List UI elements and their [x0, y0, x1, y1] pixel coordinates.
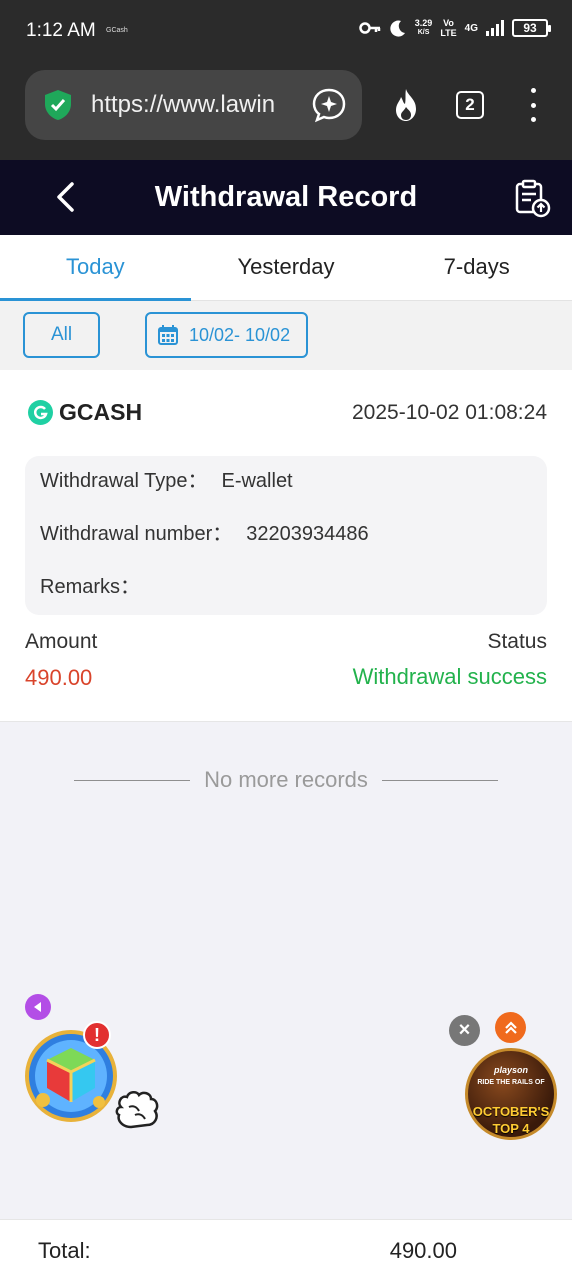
list-end-indicator: No more records	[0, 764, 572, 796]
pointer-hand-icon	[115, 1091, 159, 1129]
no-more-records-text: No more records	[204, 767, 368, 792]
net-speed: 3.29 K/S	[415, 18, 433, 38]
filter-bar: All 10/02- 10/02	[0, 301, 572, 370]
withdrawal-type-row: Withdrawal Type： E-wallet	[40, 456, 532, 509]
tab-7-days[interactable]: 7-days	[381, 235, 572, 300]
tab-today[interactable]: Today	[0, 235, 191, 301]
date-tabs: Today Yesterday 7-days	[0, 235, 572, 301]
total-label: Total:	[38, 1238, 91, 1263]
promo-title-line2: TOP 4	[492, 1121, 530, 1136]
filter-all-button[interactable]: All	[23, 312, 100, 358]
battery-icon: 93	[512, 19, 551, 37]
calendar-icon	[158, 325, 178, 345]
browser-toolbar: https://www.lawin 2	[0, 60, 572, 160]
divider-left	[74, 779, 191, 781]
promo-tagline: RIDE THE RAILS OF	[477, 1079, 545, 1086]
record-datetime: 2025-10-02 01:08:24	[352, 401, 547, 424]
url-bar[interactable]: https://www.lawin	[25, 70, 362, 140]
page-title: Withdrawal Record	[154, 181, 418, 213]
amount-label: Amount	[25, 630, 98, 653]
remarks-row: Remarks：	[40, 562, 532, 615]
withdrawal-type-value: E-wallet	[221, 470, 293, 492]
withdrawal-type-label: Withdrawal Type：	[40, 470, 208, 492]
payment-method-name: GCASH	[59, 399, 143, 425]
remarks-label: Remarks：	[40, 576, 141, 598]
record-details: Withdrawal Type： E-wallet Withdrawal numb…	[25, 456, 547, 615]
volte-bottom: LTE	[440, 28, 457, 38]
tab-switcher-button[interactable]: 2	[456, 91, 484, 119]
divider-right	[381, 779, 498, 781]
volte-top: Vo	[443, 18, 454, 28]
date-range-button[interactable]: 10/02- 10/02	[145, 312, 308, 358]
total-footer: Total: 490.00	[0, 1219, 572, 1280]
assistant-sparkle-icon[interactable]	[311, 87, 347, 123]
promo-badge[interactable]: playson RIDE THE RAILS OF OCTOBER'S TOP …	[465, 1048, 557, 1140]
withdrawal-number-label: Withdrawal number：	[40, 523, 233, 545]
notification-badge: !	[83, 1021, 111, 1049]
status-time: 1:12 AM	[26, 20, 96, 41]
status-bar: 1:12 AM GCash 3.29 K/S Vo LTE 4G 93	[0, 0, 572, 60]
page-header: Withdrawal Record	[0, 160, 572, 235]
withdrawal-record-card[interactable]: GCASH 2025-10-02 01:08:24 Withdrawal Typ…	[0, 370, 572, 722]
back-arrow-icon[interactable]	[50, 180, 84, 214]
net-speed-unit: K/S	[417, 29, 430, 36]
fire-icon[interactable]	[388, 87, 424, 123]
net-speed-value: 3.29	[414, 18, 433, 28]
status-value: Withdrawal success	[352, 664, 547, 689]
gcash-logo-icon	[28, 400, 53, 425]
signal-type: 4G	[464, 22, 478, 34]
total-value: 490.00	[389, 1238, 457, 1263]
signal-icon	[486, 20, 504, 36]
key-icon	[359, 22, 381, 34]
status-label: Status	[487, 630, 547, 653]
tab-count: 2	[465, 95, 475, 114]
date-range-text: 10/02- 10/02	[189, 324, 291, 345]
status-icons: 3.29 K/S Vo LTE 4G 93	[359, 18, 551, 38]
amount-value: 490.00	[25, 665, 93, 690]
volte-indicator: Vo LTE	[440, 18, 456, 38]
clipboard-upload-icon[interactable]	[512, 178, 552, 218]
url-text[interactable]: https://www.lawin	[91, 91, 301, 119]
browser-menu-icon[interactable]	[522, 88, 544, 122]
carrier-label: GCash	[106, 27, 128, 34]
promo-brand: playson	[493, 1065, 528, 1075]
withdrawal-number-value: 32203934486	[246, 523, 369, 545]
withdrawal-number-row: Withdrawal number： 32203934486	[40, 509, 532, 562]
tab-yesterday[interactable]: Yesterday	[191, 235, 382, 300]
promo-title-line1: OCTOBER'S	[472, 1104, 550, 1119]
scroll-top-icon[interactable]	[495, 1012, 526, 1043]
payment-method: GCASH	[28, 399, 142, 426]
close-promo-icon[interactable]: ×	[449, 1015, 480, 1046]
battery-level: 93	[523, 21, 537, 35]
secure-shield-icon	[45, 90, 71, 120]
moon-icon	[390, 20, 405, 37]
collapse-left-icon[interactable]	[25, 994, 51, 1020]
